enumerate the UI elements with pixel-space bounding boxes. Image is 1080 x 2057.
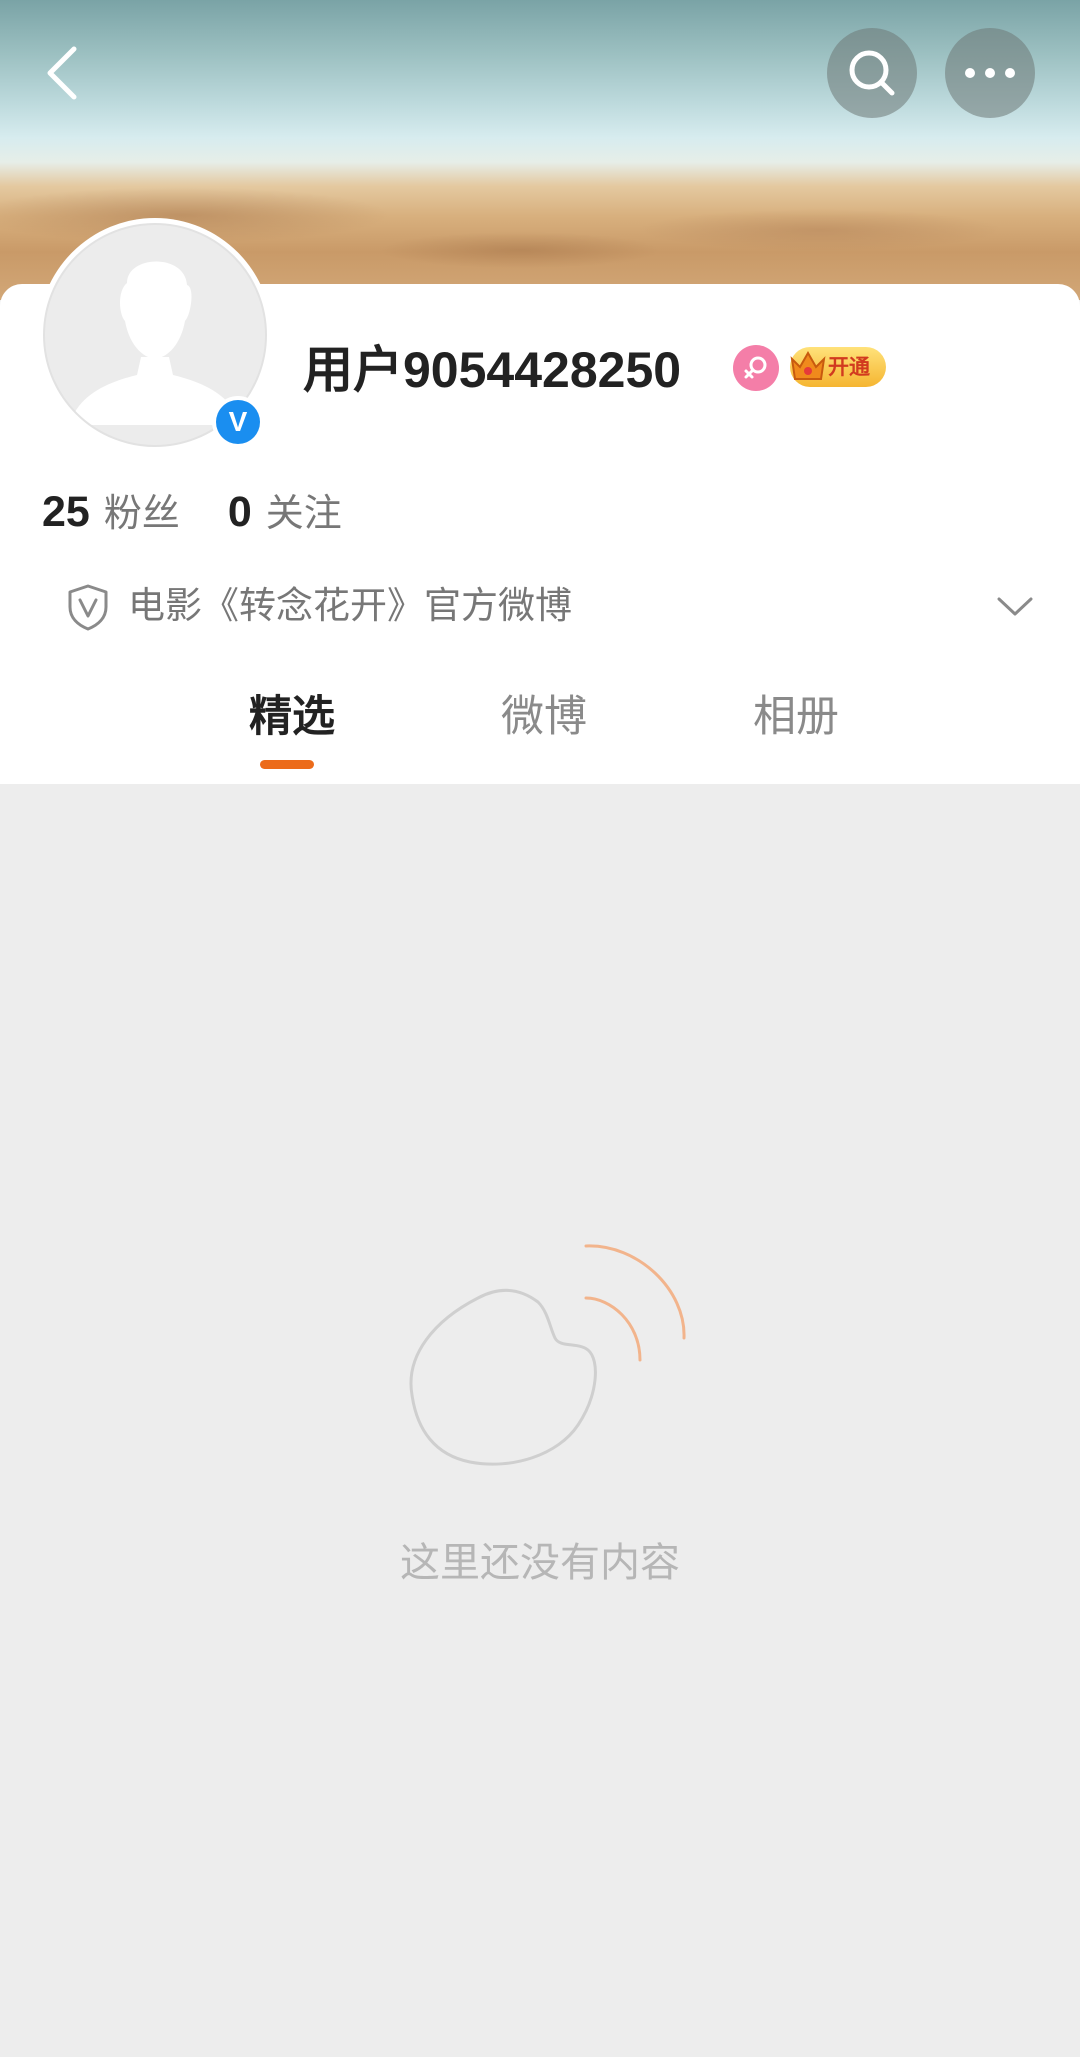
vip-open-badge[interactable]: 开通 [790, 347, 886, 387]
followers-stat[interactable]: 25 粉丝 [42, 482, 180, 537]
followers-label: 粉丝 [103, 493, 180, 535]
following-stat[interactable]: 0 关注 [228, 482, 342, 537]
verification-description-row[interactable]: 电影《转念花开》官方微博 [0, 575, 1080, 637]
more-button[interactable] [945, 28, 1035, 118]
following-label: 关注 [265, 493, 342, 535]
active-tab-indicator [260, 760, 314, 769]
tab-album[interactable]: 相册 [753, 682, 839, 752]
verified-v-icon: V [212, 396, 264, 448]
more-horizontal-icon [965, 68, 1015, 78]
chevron-left-icon [47, 46, 77, 100]
profile-stats: 25 粉丝 0 关注 [42, 482, 390, 542]
verified-badge-letter: V [216, 400, 260, 444]
verification-description: 电影《转念花开》官方微博 [128, 584, 572, 627]
empty-state-message: 这里还没有内容 [400, 1540, 680, 1586]
search-button[interactable] [827, 28, 917, 118]
female-icon [733, 345, 779, 391]
following-count: 0 [227, 488, 252, 536]
tab-featured[interactable]: 精选 [249, 682, 335, 752]
username: 用户9054428250 [303, 342, 682, 398]
search-icon [849, 50, 895, 96]
chevron-down-icon[interactable] [995, 589, 1035, 623]
profile-tabs: 精选 微博 相册 [0, 682, 1080, 782]
crown-icon [790, 350, 826, 380]
followers-count: 25 [42, 488, 90, 536]
shield-icon [68, 584, 108, 631]
vip-badge-label: 开通 [828, 355, 870, 379]
tab-weibo[interactable]: 微博 [501, 682, 587, 752]
back-button[interactable] [18, 28, 108, 118]
empty-state-illustration [409, 1244, 686, 1466]
